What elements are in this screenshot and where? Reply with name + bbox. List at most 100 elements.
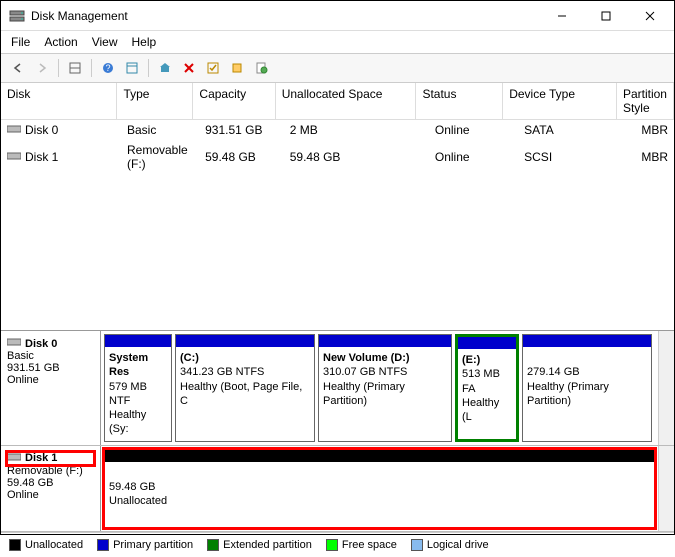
disk0-name: Disk 0 (25, 338, 57, 350)
disk-device: SCSI (518, 142, 635, 172)
scrollbar[interactable] (658, 331, 674, 445)
maximize-button[interactable] (584, 2, 628, 30)
disk-type: Basic (121, 122, 199, 138)
vol-size: 513 MB FA (462, 368, 500, 394)
vol-title: (E:) (462, 354, 480, 366)
vol-size: 310.07 GB NTFS (323, 366, 407, 378)
disk1-row: Disk 1 Removable (F:) 59.48 GB Online 59… (1, 446, 674, 532)
legend-primary: Primary partition (97, 539, 193, 551)
toolbar: ? (1, 54, 674, 83)
stripe-primary (319, 335, 451, 347)
legend-logical: Logical drive (411, 539, 489, 551)
back-button[interactable] (7, 57, 29, 79)
disk1-sub: 59.48 GB (7, 477, 94, 489)
action-button[interactable] (154, 57, 176, 79)
check-button[interactable] (202, 57, 224, 79)
disk1-info[interactable]: Disk 1 Removable (F:) 59.48 GB Online (1, 446, 101, 531)
disk0-info[interactable]: Disk 0 Basic 931.51 GB Online (1, 331, 101, 445)
scrollbar[interactable] (658, 446, 674, 531)
legend-free: Free space (326, 539, 397, 551)
col-type[interactable]: Type (117, 83, 193, 119)
col-unallocated[interactable]: Unallocated Space (276, 83, 417, 119)
vol-size: 279.14 GB (527, 366, 580, 378)
stripe-primary (105, 335, 171, 347)
col-status[interactable]: Status (416, 83, 503, 119)
legend: Unallocated Primary partition Extended p… (1, 532, 674, 557)
disk1-sub: Online (7, 489, 94, 501)
disk-capacity: 59.48 GB (199, 142, 284, 172)
stripe-primary (176, 335, 314, 347)
col-capacity[interactable]: Capacity (193, 83, 275, 119)
volume-unallocated[interactable]: 59.48 GB Unallocated (104, 449, 655, 528)
delete-button[interactable] (178, 57, 200, 79)
minimize-button[interactable] (540, 2, 584, 30)
vol-size: 341.23 GB NTFS (180, 366, 264, 378)
col-disk[interactable]: Disk (1, 83, 117, 119)
disk0-sub: Basic (7, 350, 94, 362)
menu-view[interactable]: View (92, 35, 118, 49)
vol-status: Healthy (Boot, Page File, C (180, 381, 302, 407)
col-device[interactable]: Device Type (503, 83, 617, 119)
disk-status: Online (429, 142, 518, 172)
close-button[interactable] (628, 2, 672, 30)
vol-size: 579 MB NTF (109, 381, 147, 407)
separator (91, 59, 92, 77)
disk0-row: Disk 0 Basic 931.51 GB Online System Res… (1, 331, 674, 446)
stripe-primary (458, 337, 516, 349)
disk-name: Disk 1 (25, 150, 58, 164)
vol-status: Healthy (Primary Partition) (527, 381, 609, 407)
disk-capacity: 931.51 GB (199, 122, 284, 138)
disk-partition: MBR (635, 142, 674, 172)
svg-text:?: ? (105, 63, 110, 73)
disk0-volumes: System Res579 MB NTFHealthy (Sy: (C:) 341… (101, 331, 658, 445)
col-partition[interactable]: Partition Style (617, 83, 674, 119)
menu-help[interactable]: Help (132, 35, 157, 49)
disk-type: Removable (F:) (121, 142, 199, 172)
forward-button[interactable] (31, 57, 53, 79)
volume-d[interactable]: New Volume (D:) 310.07 GB NTFS Healthy (Pr… (318, 334, 452, 442)
volume-unlabeled[interactable]: 279.14 GB Healthy (Primary Partition) (522, 334, 652, 442)
disk-icon (7, 452, 21, 465)
disk-unallocated: 2 MB (284, 122, 429, 138)
legend-extended: Extended partition (207, 539, 312, 551)
legend-unallocated: Unallocated (9, 539, 83, 551)
disk-icon (7, 123, 21, 137)
window-title: Disk Management (31, 9, 540, 23)
properties-button[interactable] (250, 57, 272, 79)
vol-title: (C:) (180, 352, 199, 364)
volume-c[interactable]: (C:) 341.23 GB NTFS Healthy (Boot, Page Fi… (175, 334, 315, 442)
disk-list-header: Disk Type Capacity Unallocated Space Sta… (1, 83, 674, 120)
separator (58, 59, 59, 77)
disk-name: Disk 0 (25, 123, 58, 137)
titlebar: Disk Management (1, 1, 674, 31)
graphical-view: Disk 0 Basic 931.51 GB Online System Res… (1, 330, 674, 532)
volume-system-reserved[interactable]: System Res579 MB NTFHealthy (Sy: (104, 334, 172, 442)
app-icon (9, 8, 25, 24)
vol-status: Healthy (Sy: (109, 409, 146, 435)
disk1-volumes: 59.48 GB Unallocated (101, 446, 658, 531)
menu-file[interactable]: File (11, 35, 30, 49)
swatch-free-icon (326, 539, 338, 551)
help-button[interactable]: ? (97, 57, 119, 79)
settings-button[interactable] (121, 57, 143, 79)
disk1-name: Disk 1 (25, 452, 57, 464)
disk-device: SATA (518, 122, 635, 138)
view-list-button[interactable] (64, 57, 86, 79)
disk-status: Online (429, 122, 518, 138)
swatch-logical-icon (411, 539, 423, 551)
disk0-sub: Online (7, 374, 94, 386)
vol-title: New Volume (D:) (323, 352, 410, 364)
refresh-button[interactable] (226, 57, 248, 79)
disk1-sub: Removable (F:) (7, 465, 94, 477)
vol-status: Healthy (L (462, 397, 499, 423)
disk-list-row[interactable]: Disk 0 Basic 931.51 GB 2 MB Online SATA … (1, 120, 674, 140)
disk-list-row[interactable]: Disk 1 Removable (F:) 59.48 GB 59.48 GB … (1, 140, 674, 174)
disk-icon (7, 150, 21, 164)
vol-status: Unallocated (109, 495, 167, 507)
swatch-unallocated-icon (9, 539, 21, 551)
stripe-unallocated (105, 450, 654, 462)
menu-action[interactable]: Action (44, 35, 77, 49)
vol-status: Healthy (Primary Partition) (323, 381, 405, 407)
vol-size: 59.48 GB (109, 481, 155, 493)
volume-e[interactable]: (E:) 513 MB FA Healthy (L (455, 334, 519, 442)
